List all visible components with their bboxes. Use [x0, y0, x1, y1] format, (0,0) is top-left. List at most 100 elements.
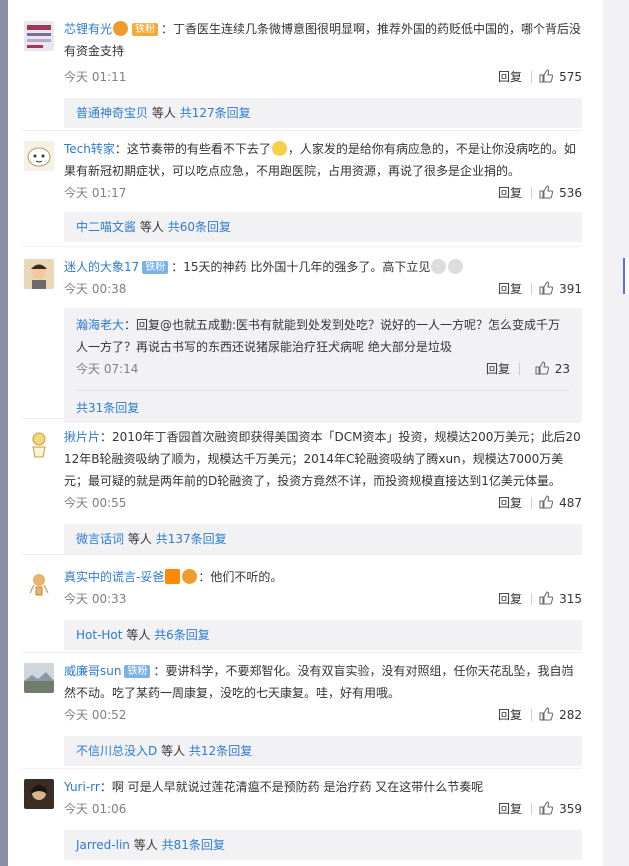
comment-username[interactable]: 芯锂有光	[64, 22, 112, 36]
reply-suffix: 等人	[151, 106, 176, 120]
reply-count-link[interactable]: 共12条回复	[189, 744, 252, 758]
comment-text: 威廉哥sun 铁粉 ：要讲科学，不要郑智化。没有双盲实验，没有对照组，任你天花乱坠，…	[64, 660, 582, 704]
thumb-up-icon	[539, 69, 554, 83]
thumb-up-icon	[539, 185, 554, 199]
avatar[interactable]	[24, 429, 54, 459]
like-count: 23	[554, 362, 570, 376]
comment-meta: 今天 01:17 回复 536	[64, 182, 582, 204]
reply-suffix: 等人	[127, 532, 152, 546]
reply-count-link[interactable]: 共137条回复	[156, 532, 227, 546]
like-button[interactable]: 487	[539, 492, 582, 514]
reply-user[interactable]: 普通神奇宝贝	[76, 106, 148, 120]
comment-username[interactable]: 迷人的大象17	[64, 260, 139, 274]
divider	[531, 709, 532, 721]
thumb-up-icon	[539, 707, 554, 721]
panda-emoji-icon	[448, 259, 464, 274]
reply-button[interactable]: 回复	[498, 704, 522, 726]
fan-badge: 铁粉	[142, 261, 169, 274]
avatar[interactable]	[24, 779, 54, 809]
replies-summary[interactable]: 普通神奇宝贝 等人 共127条回复	[64, 98, 582, 128]
sub-reply-user[interactable]: 瀚海老大	[76, 318, 124, 332]
crown-icon	[182, 569, 198, 584]
reply-count-link[interactable]: 共127条回复	[180, 106, 251, 120]
like-button[interactable]: 282	[539, 704, 582, 726]
reply-user[interactable]: 中二喵文酱	[76, 220, 136, 234]
like-count: 282	[559, 708, 582, 722]
panda-emoji-icon	[431, 259, 447, 274]
comment-text: Tech转家：这节奏带的有些看不下去了 ，人家发的是给你有病应急的，不是让你没病吃…	[64, 138, 582, 182]
divider	[531, 497, 532, 509]
comment-username[interactable]: Tech转家	[64, 142, 115, 156]
comment-item: Tech转家：这节奏带的有些看不下去了 ，人家发的是给你有病应急的，不是让你没病吃…	[22, 138, 582, 247]
side-tab[interactable]	[623, 258, 629, 294]
reply-button[interactable]: 回复	[498, 278, 522, 300]
like-button[interactable]: 23	[535, 358, 570, 380]
thumb-up-icon	[539, 801, 554, 815]
comment-text: 芯锂有光 铁粉 ：丁香医生连续几条微博意图很明显啊，推荐外国的药贬低中国的，哪个背后…	[64, 18, 582, 62]
replies-summary[interactable]: Jarred-lin 等人 共81条回复	[64, 830, 582, 860]
like-button[interactable]: 575	[539, 66, 582, 88]
reply-button[interactable]: 回复	[486, 358, 510, 380]
like-count: 487	[559, 496, 582, 510]
side-strip	[603, 0, 629, 866]
comment-meta: 今天 01:11 回复 575	[64, 66, 582, 88]
reply-user[interactable]: 微言话词	[76, 532, 124, 546]
reply-count-link[interactable]: 共60条回复	[168, 220, 231, 234]
divider	[531, 71, 532, 83]
reply-button[interactable]: 回复	[498, 182, 522, 204]
comment-meta: 今天 00:38 回复 391	[64, 278, 582, 300]
like-count: 315	[559, 592, 582, 606]
comment-time: 今天 00:38	[64, 282, 127, 296]
reply-user[interactable]: Jarred-lin	[76, 838, 130, 852]
comment-username[interactable]: 真实中的谎言-妥爸	[64, 570, 164, 584]
like-button[interactable]: 391	[539, 278, 582, 300]
comment-body-part1: ：这节奏带的有些看不下去了	[114, 142, 271, 156]
comment-username[interactable]: 威廉哥sun	[64, 664, 121, 678]
sub-reply-meta: 今天 07:14 回复 23	[76, 358, 570, 380]
reply-user[interactable]: Hot-Hot	[76, 628, 122, 642]
thumb-up-icon	[539, 495, 554, 509]
thumb-up-icon	[535, 361, 549, 375]
reply-count-link[interactable]: 共31条回复	[76, 401, 139, 415]
divider	[531, 187, 532, 199]
avatar[interactable]	[24, 663, 54, 693]
like-count: 359	[559, 802, 582, 816]
reply-button[interactable]: 回复	[498, 66, 522, 88]
reply-button[interactable]: 回复	[498, 588, 522, 610]
sub-reply-text: ：回复@也就五成勤:医书有就能到处发到处吃？说好的一人一方呢？怎么变成千万人一方…	[76, 318, 561, 354]
comment-time: 今天 00:33	[64, 592, 127, 606]
avatar[interactable]	[24, 21, 54, 51]
doge-emoji-icon	[271, 141, 287, 156]
comment-text: 真实中的谎言-妥爸 ：他们不听的。	[64, 566, 582, 588]
comment-username[interactable]: Yuri-rr	[64, 780, 100, 794]
verified-v-icon	[165, 569, 181, 584]
comment-body: ：他们不听的。	[198, 570, 283, 584]
reply-button[interactable]: 回复	[498, 492, 522, 514]
comment-body: ：2010年丁香园首次融资即获得美国资本「DCM资本」投资，规模达200万美元；…	[64, 430, 581, 488]
comment-meta: 今天 01:06 回复 359	[64, 798, 582, 820]
comment-text: 迷人的大象17 铁粉 ：15天的神药 比外国十几年的强多了。高下立见	[64, 256, 582, 278]
reply-user[interactable]: 不信川总没入D	[76, 744, 157, 758]
avatar[interactable]	[24, 569, 54, 599]
comment-item: 真实中的谎言-妥爸 ：他们不听的。 今天 00:33 回复 315 Hot-Hot…	[22, 566, 582, 653]
replies-summary[interactable]: 不信川总没入D 等人 共12条回复	[64, 736, 582, 766]
like-button[interactable]: 315	[539, 588, 582, 610]
crown-icon	[113, 21, 129, 36]
fan-badge: 铁粉	[124, 665, 151, 678]
sub-reply-box: 瀚海老大：回复@也就五成勤:医书有就能到处发到处吃？说好的一人一方呢？怎么变成千…	[64, 308, 582, 423]
comment-item: 揪片片：2010年丁香园首次融资即获得美国资本「DCM资本」投资，规模达200万…	[22, 426, 582, 555]
replies-summary[interactable]: 中二喵文酱 等人 共60条回复	[64, 212, 582, 242]
like-button[interactable]: 359	[539, 798, 582, 820]
comment-time: 今天 01:06	[64, 802, 127, 816]
replies-summary[interactable]: 微言话词 等人 共137条回复	[64, 524, 582, 554]
reply-count-link[interactable]: 共81条回复	[162, 838, 225, 852]
like-button[interactable]: 536	[539, 182, 582, 204]
avatar[interactable]	[24, 141, 54, 171]
avatar[interactable]	[24, 259, 54, 289]
reply-button[interactable]: 回复	[498, 798, 522, 820]
reply-count-link[interactable]: 共6条回复	[154, 628, 210, 642]
comment-text: 揪片片：2010年丁香园首次融资即获得美国资本「DCM资本」投资，规模达200万…	[64, 426, 582, 492]
replies-summary[interactable]: Hot-Hot 等人 共6条回复	[64, 620, 582, 650]
comment-username[interactable]: 揪片片	[64, 430, 100, 444]
sub-reply-time: 今天 07:14	[76, 362, 139, 376]
